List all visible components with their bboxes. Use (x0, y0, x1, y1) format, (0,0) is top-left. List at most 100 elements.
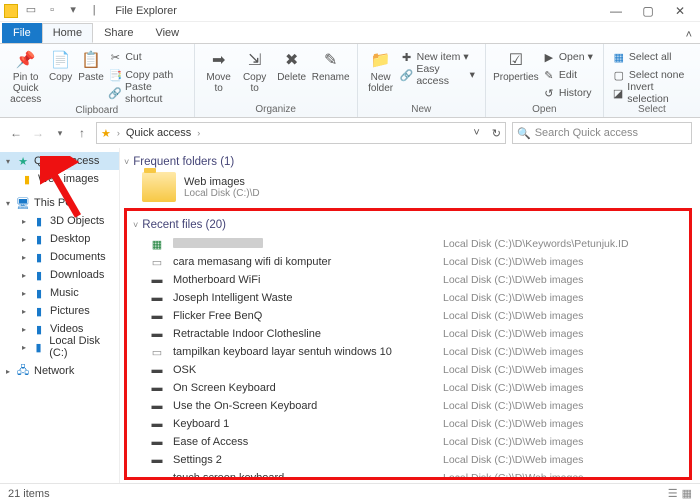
file-icon: ▬ (149, 327, 165, 341)
address-dropdown-icon[interactable]: ˅ (473, 127, 479, 139)
pin-quick-access-button[interactable]: 📌 Pin to Quick access (6, 46, 45, 105)
sidebar-item[interactable]: ▸▮Pictures (0, 302, 119, 320)
invert-selection-button[interactable]: ◪Invert selection (612, 85, 690, 101)
sidebar-quick-access[interactable]: ▾★ Quick access (0, 152, 119, 170)
recent-file-path: Local Disk (C:)\D\Web images (443, 436, 583, 448)
new-item-icon: ✚ (400, 50, 414, 64)
file-icon: ▬ (149, 363, 165, 377)
rename-button[interactable]: ✎Rename (311, 46, 351, 83)
drive-icon: ▮ (32, 322, 46, 336)
recent-file-row[interactable]: ▬ OSKLocal Disk (C:)\D\Web images (133, 361, 683, 379)
back-button[interactable]: ← (8, 125, 24, 141)
tab-share[interactable]: Share (93, 23, 144, 43)
qat-new-icon[interactable]: ▫ (45, 4, 59, 18)
sidebar-network[interactable]: ▸🖧 Network (0, 362, 119, 380)
move-to-button[interactable]: ➡Move to (201, 46, 237, 94)
refresh-button[interactable]: ↻ (492, 127, 501, 140)
select-all-button[interactable]: ▦Select all (612, 49, 690, 65)
recent-file-row[interactable]: ▬Settings 2Local Disk (C:)\D\Web images (133, 451, 683, 469)
frequent-header[interactable]: ˅ Frequent folders (1) (124, 156, 692, 168)
copy-button[interactable]: 📄 Copy (45, 46, 75, 83)
frequent-folder-item[interactable]: Web images Local Disk (C:)\D (142, 172, 692, 202)
file-icon: ▬ (149, 273, 165, 287)
group-organize: ➡Move to ⇲Copy to ✖Delete ✎Rename Organi… (195, 44, 358, 117)
file-icon: ▬ (149, 417, 165, 431)
tab-file[interactable]: File (2, 23, 42, 43)
cut-button[interactable]: ✂Cut (108, 49, 183, 65)
address-bar[interactable]: ★ › Quick access › ˅ ↻ (96, 122, 506, 144)
recent-file-row[interactable]: ▭cara memasang wifi di komputerLocal Dis… (133, 253, 683, 271)
content-pane[interactable]: ˅ Frequent folders (1) Web images Local … (120, 148, 700, 483)
forward-button[interactable]: → (30, 125, 46, 141)
recent-header[interactable]: ˅ Recent files (20) (133, 219, 683, 231)
recent-file-path: Local Disk (C:)\D\Web images (443, 400, 583, 412)
recent-file-row[interactable]: ▬Flicker Free BenQLocal Disk (C:)\D\Web … (133, 307, 683, 325)
recent-file-path: Local Disk (C:)\D\Web images (443, 292, 583, 304)
recent-file-row[interactable]: ▬Joseph Intelligent WasteLocal Disk (C:)… (133, 289, 683, 307)
sidebar-web-images[interactable]: ▮ Web images (0, 170, 119, 188)
qat-sep: | (87, 4, 101, 18)
sidebar-item[interactable]: ▸▮Downloads (0, 266, 119, 284)
copy-path-icon: 📑 (108, 68, 122, 82)
delete-icon: ✖ (279, 48, 305, 72)
recent-file-path: Local Disk (C:)\D\Web images (443, 274, 583, 286)
search-box[interactable]: 🔍 Search Quick access (512, 122, 692, 144)
sidebar-item[interactable]: ▸▮Music (0, 284, 119, 302)
recent-file-row[interactable]: ▭tampilkan keyboard layar sentuh windows… (133, 343, 683, 361)
recent-file-row[interactable]: ▬touch screen keyboardLocal Disk (C:)\D\… (133, 469, 683, 480)
recent-file-name: Motherboard WiFi (173, 274, 443, 286)
history-button[interactable]: ↺History (542, 85, 593, 101)
sidebar-item[interactable]: ▸▮Local Disk (C:) (0, 338, 119, 356)
sidebar-item[interactable]: ▸▮3D Objects (0, 212, 119, 230)
sidebar-item[interactable]: ▸▮Documents (0, 248, 119, 266)
details-view-button[interactable]: ☰ (668, 487, 678, 500)
recent-file-row[interactable]: ▬ Motherboard WiFiLocal Disk (C:)\D\Web i… (133, 271, 683, 289)
paste-shortcut-button[interactable]: 🔗Paste shortcut (108, 85, 183, 101)
group-label-new: New (364, 104, 479, 117)
close-button[interactable]: ✕ (664, 1, 696, 21)
qat-props-icon[interactable]: ▭ (24, 3, 38, 17)
tab-view[interactable]: View (144, 23, 190, 43)
sidebar-this-pc[interactable]: ▾🖥 This PC (0, 194, 119, 212)
qat-dropdown-icon[interactable]: ▾ (66, 3, 80, 17)
easy-access-button[interactable]: 🔗Easy access▾ (400, 67, 475, 83)
nav-bar: ← → ▾ ↑ ★ › Quick access › ˅ ↻ 🔍 Search … (0, 118, 700, 148)
recent-file-row[interactable]: ▬Ease of AccessLocal Disk (C:)\D\Web ima… (133, 433, 683, 451)
star-icon: ★ (16, 154, 30, 168)
pin-icon: 📌 (13, 48, 39, 72)
history-icon: ↺ (542, 86, 556, 100)
recent-file-name: Retractable Indoor Clothesline (173, 328, 443, 340)
recent-file-name: touch screen keyboard (173, 472, 443, 480)
breadcrumb[interactable]: Quick access (126, 127, 191, 139)
recent-file-row[interactable]: ▦Local Disk (C:)\D\Keywords\Petunjuk.ID (133, 235, 683, 253)
recent-file-row[interactable]: ▬Keyboard 1Local Disk (C:)\D\Web images (133, 415, 683, 433)
delete-button[interactable]: ✖Delete (273, 46, 311, 83)
recent-file-row[interactable]: ▬Retractable Indoor ClotheslineLocal Dis… (133, 325, 683, 343)
drive-icon: ▮ (32, 250, 46, 264)
sidebar-item[interactable]: ▸▮Desktop (0, 230, 119, 248)
minimize-button[interactable]: — (600, 1, 632, 21)
tab-home[interactable]: Home (42, 23, 93, 43)
edit-button[interactable]: ✎Edit (542, 67, 593, 83)
properties-button[interactable]: ☑Properties (492, 46, 540, 83)
recent-file-path: Local Disk (C:)\D\Web images (443, 364, 583, 376)
recent-locations-button[interactable]: ▾ (52, 125, 68, 141)
maximize-button[interactable]: ▢ (632, 1, 664, 21)
paste-button[interactable]: 📋 Paste (76, 46, 106, 83)
copy-to-button[interactable]: ⇲Copy to (237, 46, 273, 94)
recent-file-row[interactable]: ▬On Screen KeyboardLocal Disk (C:)\D\Web… (133, 379, 683, 397)
chevron-down-icon: ˅ (124, 157, 129, 167)
open-button[interactable]: ▶Open▾ (542, 49, 593, 65)
ribbon-collapse-icon[interactable]: ˄ (678, 27, 700, 43)
frequent-folder-name: Web images (184, 176, 260, 188)
new-folder-button[interactable]: 📁New folder (364, 46, 398, 94)
select-all-icon: ▦ (612, 50, 626, 64)
file-icon: ▦ (149, 237, 165, 251)
drive-icon: ▮ (32, 286, 46, 300)
up-button[interactable]: ↑ (74, 125, 90, 141)
recent-file-name: Use the On-Screen Keyboard (173, 400, 443, 412)
navigation-pane[interactable]: ▾★ Quick access ▮ Web images ▾🖥 This PC … (0, 148, 120, 483)
recent-file-row[interactable]: ▬Use the On-Screen KeyboardLocal Disk (C… (133, 397, 683, 415)
thumbnails-view-button[interactable]: ▦ (682, 487, 692, 500)
recent-file-name: OSK (173, 364, 443, 376)
